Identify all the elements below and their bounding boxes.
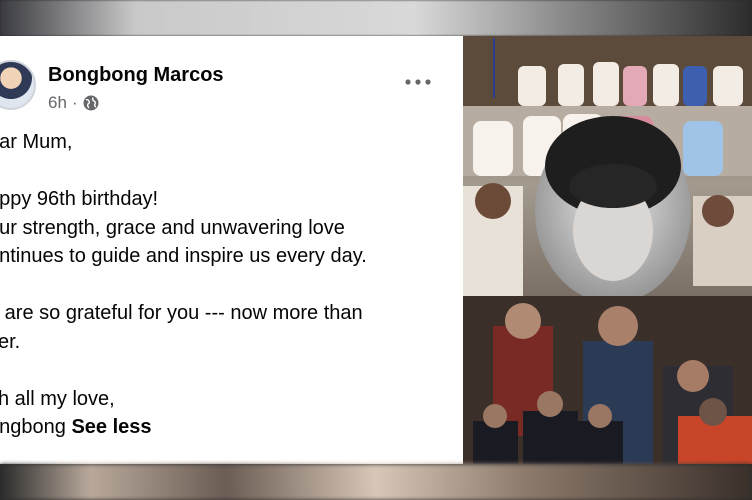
post-line-blank <box>0 271 448 300</box>
post-line: e are so grateful for you --- now more t… <box>0 302 363 324</box>
collage-image <box>463 36 752 464</box>
facebook-post: Bongbong Marcos 6h · ear Mum, appy 96th … <box>0 36 463 464</box>
post-line-blank <box>0 356 448 385</box>
post-line: our strength, grace and unwavering love <box>0 216 345 239</box>
signature-text: ongbong <box>0 416 66 438</box>
post-body: ear Mum, appy 96th birthday! our strengt… <box>0 128 448 442</box>
avatar[interactable] <box>0 60 36 110</box>
blurred-background-bottom <box>0 464 752 500</box>
post-meta: 6h · <box>48 93 99 113</box>
post-line-blank <box>0 157 448 186</box>
post-line: ith all my love, <box>0 387 115 410</box>
post-line: ver. <box>0 330 21 353</box>
post-line: appy 96th birthday! <box>0 188 159 210</box>
blurred-background-top <box>0 0 752 36</box>
post-author[interactable]: Bongbong Marcos <box>48 64 224 87</box>
meta-separator: · <box>71 93 78 112</box>
more-options-icon[interactable] <box>402 72 434 92</box>
globe-icon[interactable] <box>83 95 99 111</box>
see-less-link[interactable]: See less <box>71 416 151 438</box>
family-collage-photo[interactable] <box>463 36 752 464</box>
post-last-line: ongbong See less <box>0 413 448 442</box>
post-line: ear Mum, <box>0 131 73 153</box>
post-timestamp[interactable]: 6h <box>48 93 67 113</box>
post-line: ontinues to guide and inspire us every d… <box>0 245 367 267</box>
